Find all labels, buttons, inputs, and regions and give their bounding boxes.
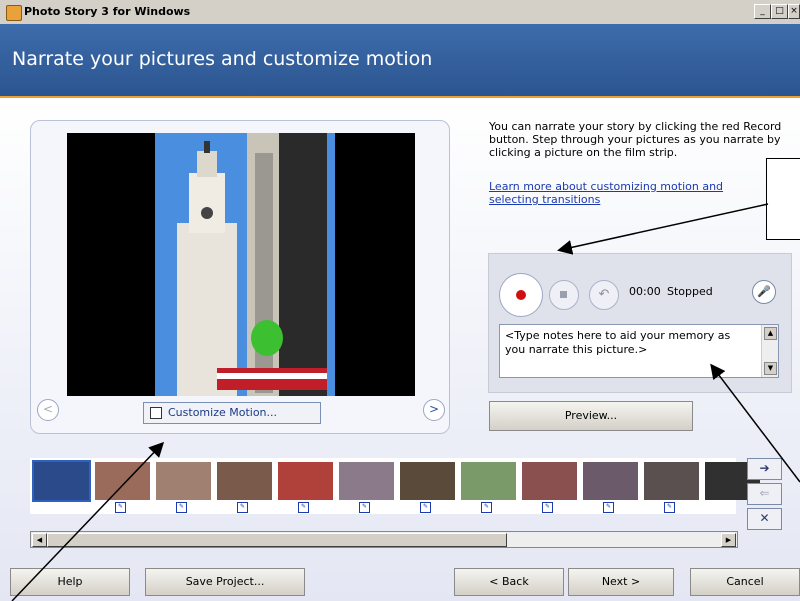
annotation-arrow bbox=[710, 363, 800, 483]
annotation-arrows bbox=[11, 203, 800, 601]
annotation-arrow bbox=[557, 203, 769, 255]
annotation-arrow bbox=[11, 441, 165, 601]
